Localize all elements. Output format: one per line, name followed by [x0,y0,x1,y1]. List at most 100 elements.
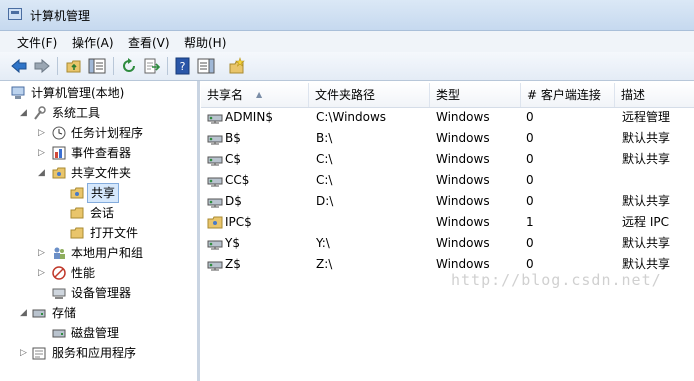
computer-management-icon [8,8,22,20]
tree-label: 会话 [90,206,115,220]
tree-label: 设备管理器 [71,286,132,300]
collapse-icon[interactable]: ◢ [20,103,30,123]
expand-icon[interactable]: ▷ [38,123,48,143]
tree-item-disk-management[interactable]: 磁盘管理 [0,323,195,343]
tree-item-storage[interactable]: ◢ 存储 [0,303,195,323]
type-cell: Windows [436,152,490,166]
type-cell: Windows [436,236,490,250]
table-row[interactable]: B$ B:\ Windows 0 默认共享 [201,128,694,149]
expand-icon[interactable]: ▷ [38,263,48,283]
svg-text:?: ? [180,60,186,73]
collapse-icon[interactable]: ◢ [20,303,30,323]
description-cell: 远程管理 [622,110,671,124]
type-cell: Windows [436,110,490,124]
table-row[interactable]: CC$ C:\ Windows 0 [201,170,694,191]
client-connections-cell: 0 [526,110,534,124]
tree-label: 本地用户和组 [71,246,144,260]
column-header-share-name[interactable]: 共享名 ▲ [201,83,309,107]
folder-path-cell: Z:\ [316,257,333,271]
show-hide-tree-icon[interactable] [88,57,106,75]
tree-item-event-viewer[interactable]: ▷ 事件查看器 [0,143,195,163]
description-cell: 默认共享 [622,236,671,250]
collapse-icon[interactable]: ◢ [38,163,48,183]
share-name-cell: Z$ [225,257,241,271]
client-connections-cell: 1 [526,215,534,229]
network-share-icon [207,198,223,208]
folder-path-cell: B:\ [316,131,333,145]
title-bar: 计算机管理 [0,0,694,31]
watermark-text: http://blog.csdn.net/ [451,271,662,289]
description-cell: 远程 IPC [622,215,669,229]
tree-item-computer-management[interactable]: 计算机管理(本地) [0,83,195,103]
table-row[interactable]: ADMIN$ C:\Windows Windows 0 远程管理 [201,107,694,128]
tree-item-device-manager[interactable]: 设备管理器 [0,283,195,303]
client-connections-cell: 0 [526,236,534,250]
network-share-icon [207,114,223,124]
client-connections-cell: 0 [526,173,534,187]
type-cell: Windows [436,215,490,229]
type-cell: Windows [436,173,490,187]
table-row[interactable]: IPC$ Windows 1 远程 IPC [201,212,694,233]
folder-path-cell: C:\ [316,152,333,166]
share-name-cell: IPC$ [225,215,252,229]
shares-list: 共享名 ▲ 文件夹路径 类型 # 客户端连接 描述 ADMIN$ C:\ Windo… [201,81,694,381]
open-files-folder-icon [70,227,84,239]
tree-item-sessions[interactable]: 会话 [0,203,195,223]
device-manager-icon [52,288,66,299]
event-viewer-icon [52,146,66,160]
menu-action[interactable]: 操作(A) [72,34,114,51]
tree-label: 系统工具 [52,106,101,120]
sessions-folder-icon [70,207,84,219]
tree-item-system-tools[interactable]: ◢ 系统工具 [0,103,195,123]
window-title: 计算机管理 [30,9,91,23]
network-share-icon [207,135,223,145]
tree-item-services-apps[interactable]: ▷ 服务和应用程序 [0,343,195,363]
expand-icon[interactable]: ▷ [38,143,48,163]
column-header-client-connections[interactable]: # 客户端连接 [521,83,615,107]
menu-view[interactable]: 查看(V) [128,34,170,51]
folder-path-cell: D:\ [316,194,334,208]
toolbar: ? [0,52,694,81]
tree-item-local-users[interactable]: ▷ 本地用户和组 [0,243,195,263]
expand-icon[interactable]: ▷ [38,243,48,263]
column-header-folder-path[interactable]: 文件夹路径 [309,83,430,107]
table-row[interactable]: C$ C:\ Windows 0 默认共享 [201,149,694,170]
performance-icon [52,266,66,280]
share-name-cell: Y$ [225,236,240,250]
tree-item-shared-folders[interactable]: ◢ 共享文件夹 [0,163,195,183]
tree-item-task-scheduler[interactable]: ▷ 任务计划程序 [0,123,195,143]
tree-label: 任务计划程序 [71,126,144,140]
type-cell: Windows [436,194,490,208]
menu-file[interactable]: 文件(F) [17,34,57,51]
column-header-type[interactable]: 类型 [430,83,521,107]
table-row[interactable]: D$ D:\ Windows 0 默认共享 [201,191,694,212]
computer-icon [11,86,25,99]
shared-folder-icon [52,167,66,179]
up-folder-icon[interactable] [65,57,83,75]
menu-help[interactable]: 帮助(H) [184,34,226,51]
new-share-icon[interactable] [228,57,246,75]
tree-item-performance[interactable]: ▷ 性能 [0,263,195,283]
export-list-icon[interactable] [143,57,161,75]
description-cell: 默认共享 [622,194,671,208]
client-connections-cell: 0 [526,131,534,145]
forward-arrow-icon[interactable] [33,57,51,75]
column-header-description[interactable]: 描述 [615,83,694,107]
clock-icon [52,126,66,140]
share-name-cell: B$ [225,131,241,145]
network-share-icon [207,177,223,187]
tree-item-open-files[interactable]: 打开文件 [0,223,195,243]
disk-icon [52,329,66,338]
storage-icon [32,309,46,318]
table-row[interactable]: Y$ Y:\ Windows 0 默认共享 [201,233,694,254]
share-name-cell: ADMIN$ [225,110,273,124]
folder-path-cell: Y:\ [316,236,330,250]
ipc-share-icon [207,216,223,229]
show-hide-action-pane-icon[interactable] [197,57,215,75]
refresh-icon[interactable] [120,57,138,75]
tree-item-shares[interactable]: 共享 [0,183,195,203]
back-arrow-icon[interactable] [10,57,28,75]
shared-folder-icon [70,187,84,199]
expand-icon[interactable]: ▷ [20,343,30,363]
help-icon[interactable]: ? [174,57,192,75]
